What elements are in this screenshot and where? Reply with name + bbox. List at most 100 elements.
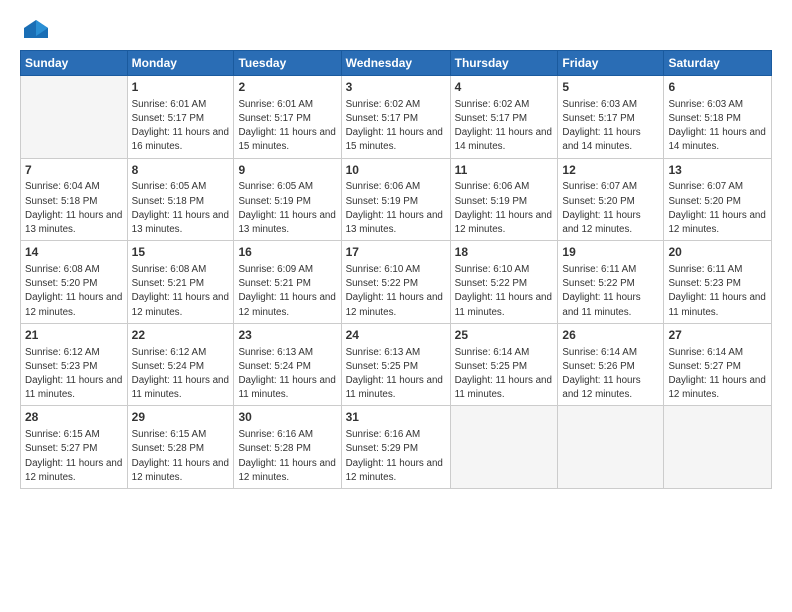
week-row-2: 7 Sunrise: 6:04 AMSunset: 5:18 PMDayligh… (21, 158, 772, 241)
day-cell: 13 Sunrise: 6:07 AMSunset: 5:20 PMDaylig… (664, 158, 772, 241)
day-number: 14 (25, 244, 123, 261)
day-cell: 31 Sunrise: 6:16 AMSunset: 5:29 PMDaylig… (341, 406, 450, 489)
day-cell: 7 Sunrise: 6:04 AMSunset: 5:18 PMDayligh… (21, 158, 128, 241)
day-number: 19 (562, 244, 659, 261)
day-info: Sunrise: 6:02 AMSunset: 5:17 PMDaylight:… (346, 99, 443, 153)
day-info: Sunrise: 6:11 AMSunset: 5:22 PMDaylight:… (562, 264, 640, 318)
day-number: 31 (346, 409, 446, 426)
day-cell: 1 Sunrise: 6:01 AMSunset: 5:17 PMDayligh… (127, 76, 234, 159)
day-info: Sunrise: 6:08 AMSunset: 5:21 PMDaylight:… (132, 264, 229, 318)
day-number: 28 (25, 409, 123, 426)
calendar-table: SundayMondayTuesdayWednesdayThursdayFrid… (20, 50, 772, 489)
day-info: Sunrise: 6:07 AMSunset: 5:20 PMDaylight:… (668, 181, 765, 235)
header (20, 18, 772, 40)
day-cell: 2 Sunrise: 6:01 AMSunset: 5:17 PMDayligh… (234, 76, 341, 159)
calendar-page: SundayMondayTuesdayWednesdayThursdayFrid… (0, 0, 792, 612)
day-cell: 28 Sunrise: 6:15 AMSunset: 5:27 PMDaylig… (21, 406, 128, 489)
day-number: 10 (346, 162, 446, 179)
day-number: 22 (132, 327, 230, 344)
day-info: Sunrise: 6:01 AMSunset: 5:17 PMDaylight:… (132, 99, 229, 153)
day-cell (664, 406, 772, 489)
logo-area (20, 18, 50, 40)
day-number: 25 (455, 327, 554, 344)
weekday-header-wednesday: Wednesday (341, 51, 450, 76)
day-number: 15 (132, 244, 230, 261)
day-cell: 3 Sunrise: 6:02 AMSunset: 5:17 PMDayligh… (341, 76, 450, 159)
day-cell: 25 Sunrise: 6:14 AMSunset: 5:25 PMDaylig… (450, 323, 558, 406)
day-cell: 14 Sunrise: 6:08 AMSunset: 5:20 PMDaylig… (21, 241, 128, 324)
day-cell: 18 Sunrise: 6:10 AMSunset: 5:22 PMDaylig… (450, 241, 558, 324)
day-cell: 8 Sunrise: 6:05 AMSunset: 5:18 PMDayligh… (127, 158, 234, 241)
day-info: Sunrise: 6:05 AMSunset: 5:18 PMDaylight:… (132, 181, 229, 235)
day-number: 13 (668, 162, 767, 179)
day-cell: 10 Sunrise: 6:06 AMSunset: 5:19 PMDaylig… (341, 158, 450, 241)
week-row-5: 28 Sunrise: 6:15 AMSunset: 5:27 PMDaylig… (21, 406, 772, 489)
day-number: 3 (346, 79, 446, 96)
weekday-header-sunday: Sunday (21, 51, 128, 76)
day-cell: 17 Sunrise: 6:10 AMSunset: 5:22 PMDaylig… (341, 241, 450, 324)
day-info: Sunrise: 6:10 AMSunset: 5:22 PMDaylight:… (346, 264, 443, 318)
day-number: 23 (238, 327, 336, 344)
day-number: 7 (25, 162, 123, 179)
day-number: 2 (238, 79, 336, 96)
day-cell: 24 Sunrise: 6:13 AMSunset: 5:25 PMDaylig… (341, 323, 450, 406)
day-info: Sunrise: 6:03 AMSunset: 5:18 PMDaylight:… (668, 99, 765, 153)
day-number: 20 (668, 244, 767, 261)
day-info: Sunrise: 6:15 AMSunset: 5:27 PMDaylight:… (25, 429, 122, 483)
day-info: Sunrise: 6:14 AMSunset: 5:26 PMDaylight:… (562, 347, 640, 401)
day-cell: 29 Sunrise: 6:15 AMSunset: 5:28 PMDaylig… (127, 406, 234, 489)
day-number: 16 (238, 244, 336, 261)
day-number: 24 (346, 327, 446, 344)
day-info: Sunrise: 6:13 AMSunset: 5:25 PMDaylight:… (346, 347, 443, 401)
day-number: 1 (132, 79, 230, 96)
logo (20, 18, 50, 40)
day-cell: 6 Sunrise: 6:03 AMSunset: 5:18 PMDayligh… (664, 76, 772, 159)
day-cell: 22 Sunrise: 6:12 AMSunset: 5:24 PMDaylig… (127, 323, 234, 406)
day-number: 30 (238, 409, 336, 426)
day-number: 21 (25, 327, 123, 344)
day-number: 4 (455, 79, 554, 96)
day-number: 26 (562, 327, 659, 344)
logo-icon (22, 18, 50, 40)
day-cell: 20 Sunrise: 6:11 AMSunset: 5:23 PMDaylig… (664, 241, 772, 324)
weekday-header-saturday: Saturday (664, 51, 772, 76)
day-cell (450, 406, 558, 489)
day-info: Sunrise: 6:06 AMSunset: 5:19 PMDaylight:… (346, 181, 443, 235)
day-number: 5 (562, 79, 659, 96)
weekday-header-friday: Friday (558, 51, 664, 76)
day-info: Sunrise: 6:02 AMSunset: 5:17 PMDaylight:… (455, 99, 552, 153)
day-cell: 5 Sunrise: 6:03 AMSunset: 5:17 PMDayligh… (558, 76, 664, 159)
week-row-3: 14 Sunrise: 6:08 AMSunset: 5:20 PMDaylig… (21, 241, 772, 324)
day-number: 27 (668, 327, 767, 344)
day-cell: 16 Sunrise: 6:09 AMSunset: 5:21 PMDaylig… (234, 241, 341, 324)
day-info: Sunrise: 6:14 AMSunset: 5:27 PMDaylight:… (668, 347, 765, 401)
day-info: Sunrise: 6:09 AMSunset: 5:21 PMDaylight:… (238, 264, 335, 318)
day-cell: 4 Sunrise: 6:02 AMSunset: 5:17 PMDayligh… (450, 76, 558, 159)
day-cell: 23 Sunrise: 6:13 AMSunset: 5:24 PMDaylig… (234, 323, 341, 406)
day-info: Sunrise: 6:07 AMSunset: 5:20 PMDaylight:… (562, 181, 640, 235)
day-info: Sunrise: 6:06 AMSunset: 5:19 PMDaylight:… (455, 181, 552, 235)
weekday-header-tuesday: Tuesday (234, 51, 341, 76)
weekday-header-thursday: Thursday (450, 51, 558, 76)
day-number: 9 (238, 162, 336, 179)
day-info: Sunrise: 6:14 AMSunset: 5:25 PMDaylight:… (455, 347, 552, 401)
day-cell: 27 Sunrise: 6:14 AMSunset: 5:27 PMDaylig… (664, 323, 772, 406)
day-cell: 21 Sunrise: 6:12 AMSunset: 5:23 PMDaylig… (21, 323, 128, 406)
day-info: Sunrise: 6:16 AMSunset: 5:29 PMDaylight:… (346, 429, 443, 483)
day-info: Sunrise: 6:16 AMSunset: 5:28 PMDaylight:… (238, 429, 335, 483)
day-info: Sunrise: 6:15 AMSunset: 5:28 PMDaylight:… (132, 429, 229, 483)
day-cell: 15 Sunrise: 6:08 AMSunset: 5:21 PMDaylig… (127, 241, 234, 324)
day-cell (558, 406, 664, 489)
day-cell: 12 Sunrise: 6:07 AMSunset: 5:20 PMDaylig… (558, 158, 664, 241)
day-number: 8 (132, 162, 230, 179)
day-number: 18 (455, 244, 554, 261)
week-row-4: 21 Sunrise: 6:12 AMSunset: 5:23 PMDaylig… (21, 323, 772, 406)
day-info: Sunrise: 6:05 AMSunset: 5:19 PMDaylight:… (238, 181, 335, 235)
day-number: 29 (132, 409, 230, 426)
week-row-1: 1 Sunrise: 6:01 AMSunset: 5:17 PMDayligh… (21, 76, 772, 159)
day-number: 12 (562, 162, 659, 179)
weekday-header-row: SundayMondayTuesdayWednesdayThursdayFrid… (21, 51, 772, 76)
day-number: 11 (455, 162, 554, 179)
day-number: 17 (346, 244, 446, 261)
day-info: Sunrise: 6:04 AMSunset: 5:18 PMDaylight:… (25, 181, 122, 235)
